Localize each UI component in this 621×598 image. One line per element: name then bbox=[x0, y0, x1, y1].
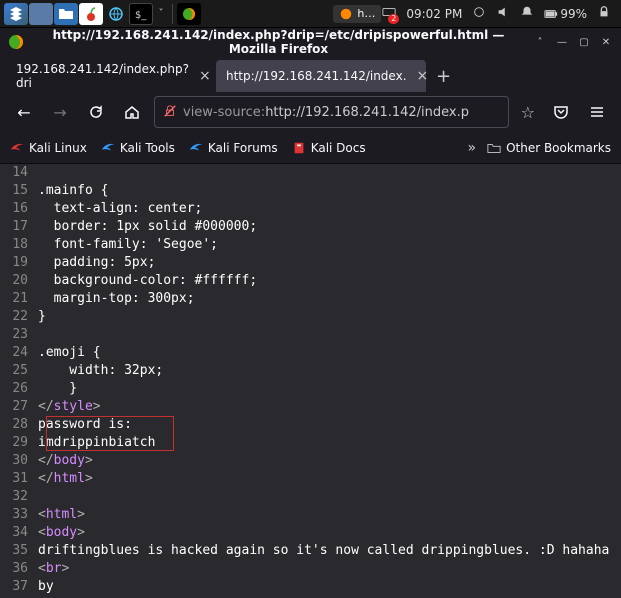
bookmark-label: Kali Tools bbox=[120, 141, 175, 155]
tab-label: http://192.168.241.142/index. bbox=[226, 69, 407, 83]
bookmarks-overflow-icon[interactable]: » bbox=[467, 140, 473, 156]
firefox-window-icon bbox=[8, 34, 24, 50]
app-menu-button[interactable] bbox=[4, 3, 28, 25]
highlighted-password-box: 28password is: 29imdrippinbiatch bbox=[0, 416, 621, 452]
back-button[interactable]: ← bbox=[10, 98, 38, 126]
home-button[interactable] bbox=[118, 98, 146, 126]
bookmark-label: Kali Linux bbox=[29, 141, 87, 155]
taskbar-window-item[interactable]: h… bbox=[333, 5, 381, 23]
reload-button[interactable] bbox=[82, 98, 110, 126]
bookmarks-bar: Kali Linux Kali Tools Kali Forums Kali D… bbox=[0, 132, 621, 164]
notification-bell-icon[interactable] bbox=[520, 5, 534, 22]
browser-navbar: ← → view-source:http://192.168.241.142/i… bbox=[0, 92, 621, 132]
forward-button[interactable]: → bbox=[46, 98, 74, 126]
taskbar-window-label: h… bbox=[357, 7, 375, 20]
window-title: http://192.168.241.142/index.php?drip=/e… bbox=[32, 28, 525, 56]
new-tab-button[interactable]: + bbox=[426, 66, 461, 87]
battery-icon[interactable]: 99% bbox=[544, 7, 587, 21]
bookmark-label: Other Bookmarks bbox=[506, 141, 611, 155]
app-menu-hamburger-icon[interactable] bbox=[583, 98, 611, 126]
window-up-icon[interactable]: ˄ bbox=[533, 35, 547, 49]
url-input[interactable]: view-source:http://192.168.241.142/index… bbox=[154, 96, 509, 128]
show-desktop-button[interactable] bbox=[29, 3, 53, 25]
bookmark-label: Kali Forums bbox=[208, 141, 278, 155]
svg-text:$_: $_ bbox=[135, 10, 147, 21]
volume-icon[interactable] bbox=[496, 5, 510, 22]
window-minimize-button[interactable]: — bbox=[555, 35, 569, 49]
other-bookmarks-folder[interactable]: Other Bookmarks bbox=[487, 141, 611, 155]
password-label-line: password is: bbox=[38, 416, 621, 434]
lock-icon[interactable] bbox=[597, 5, 611, 22]
window-close-button[interactable]: ✕ bbox=[599, 35, 613, 49]
system-tray: 09:02 PM 99% bbox=[382, 5, 617, 22]
keyboard-layout-icon[interactable] bbox=[382, 5, 396, 22]
cherrytree-icon[interactable] bbox=[79, 3, 103, 25]
tab-close-icon[interactable]: × bbox=[199, 68, 211, 84]
firefox-taskbar-icon[interactable] bbox=[177, 3, 201, 25]
tab-active[interactable]: http://192.168.241.142/index. × bbox=[216, 60, 426, 92]
bookmark-kali-tools[interactable]: Kali Tools bbox=[101, 141, 175, 155]
clock-label[interactable]: 09:02 PM bbox=[406, 7, 462, 21]
view-source-content[interactable]: 14 15.mainfo { 16 text-align: center; 17… bbox=[0, 164, 621, 598]
bookmark-kali-linux[interactable]: Kali Linux bbox=[10, 141, 87, 155]
insecure-lock-icon bbox=[163, 104, 177, 121]
taskbar-separator bbox=[172, 4, 173, 24]
bookmark-kali-forums[interactable]: Kali Forums bbox=[189, 141, 278, 155]
browser-tabbar: 192.168.241.142/index.php?dri × http://1… bbox=[0, 56, 621, 92]
pocket-icon[interactable] bbox=[547, 98, 575, 126]
bookmark-kali-docs[interactable]: Kali Docs bbox=[292, 141, 366, 155]
battery-label: 99% bbox=[560, 7, 587, 21]
terminal-icon[interactable]: $_ bbox=[129, 3, 153, 25]
bookmark-star-icon[interactable]: ☆ bbox=[517, 103, 539, 122]
files-icon[interactable] bbox=[54, 3, 78, 25]
password-value-line: imdrippinbiatch bbox=[38, 434, 621, 452]
network-icon[interactable] bbox=[472, 5, 486, 22]
desktop-taskbar: $_ ˅ h… 09:02 PM 99% bbox=[0, 0, 621, 28]
url-text: view-source:http://192.168.241.142/index… bbox=[183, 105, 500, 120]
bookmark-label: Kali Docs bbox=[311, 141, 366, 155]
browser-icon[interactable] bbox=[104, 3, 128, 25]
tab-label: 192.168.241.142/index.php?dri bbox=[16, 62, 189, 90]
window-titlebar: http://192.168.241.142/index.php?drip=/e… bbox=[0, 28, 621, 56]
taskbar-chevron-icon[interactable]: ˅ bbox=[154, 3, 168, 25]
window-maximize-button[interactable]: ▢ bbox=[577, 35, 591, 49]
tab-inactive[interactable]: 192.168.241.142/index.php?dri × bbox=[6, 60, 216, 92]
